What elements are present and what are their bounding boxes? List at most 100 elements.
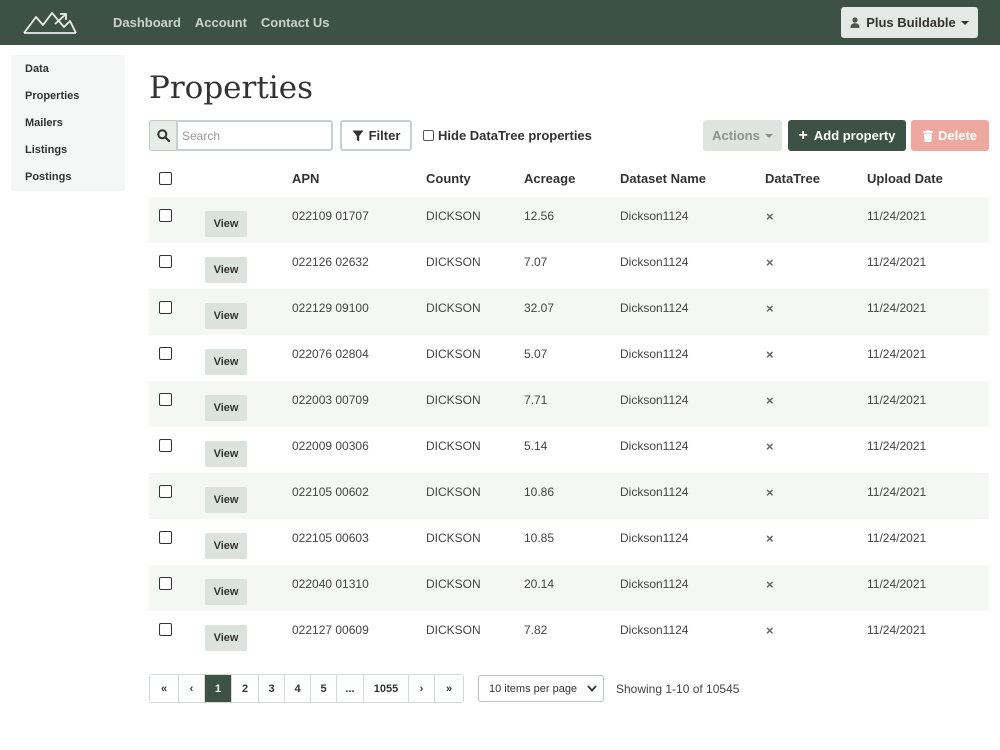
mountain-logo-icon[interactable] bbox=[22, 8, 78, 36]
cell-county: DICKSON bbox=[426, 577, 481, 591]
delete-label: Delete bbox=[937, 128, 978, 143]
hide-datatree-checkbox[interactable] bbox=[423, 130, 434, 141]
cell-dataset-name: Dickson1124 bbox=[620, 255, 689, 269]
view-cell: View bbox=[205, 571, 292, 605]
table-row: View 022009 00306 DICKSON 5.14 Dickson1124 × 1… bbox=[149, 427, 989, 473]
view-button[interactable]: View bbox=[205, 211, 247, 237]
view-button[interactable]: View bbox=[205, 395, 247, 421]
cell-upload-date: 11/24/2021 bbox=[867, 623, 927, 637]
view-cell: View bbox=[205, 341, 292, 375]
view-button[interactable]: View bbox=[205, 257, 247, 283]
table-row: View 022129 09100 DICKSON 32.07 Dickson1124 ×… bbox=[149, 289, 989, 335]
page-button-2[interactable]: 2 bbox=[232, 675, 259, 702]
row-checkbox[interactable] bbox=[159, 622, 172, 636]
page-button-last-number[interactable]: 1055 bbox=[364, 675, 409, 702]
row-checkbox[interactable] bbox=[159, 346, 172, 360]
cell-upload-date: 11/24/2021 bbox=[867, 347, 927, 361]
view-button[interactable]: View bbox=[205, 303, 247, 329]
header-upload-date[interactable]: Upload Date bbox=[867, 171, 989, 186]
cell-apn: 022076 02804 bbox=[292, 347, 369, 361]
cell-county: DICKSON bbox=[426, 439, 481, 453]
nav-link-dashboard[interactable]: Dashboard bbox=[113, 15, 181, 30]
search-input[interactable] bbox=[176, 120, 333, 151]
table-row: View 022003 00709 DICKSON 7.71 Dickson1124 × 1… bbox=[149, 381, 989, 427]
row-checkbox[interactable] bbox=[159, 530, 172, 544]
cell-datatree: × bbox=[765, 255, 867, 270]
table-body: View 022109 01707 DICKSON 12.56 Dickson1124 ×… bbox=[149, 197, 989, 657]
sidebar-item-listings[interactable]: Listings bbox=[11, 140, 125, 167]
page-button-1[interactable]: 1 bbox=[205, 675, 232, 702]
row-checkbox-cell bbox=[149, 530, 205, 544]
row-checkbox-cell bbox=[149, 392, 205, 406]
x-mark-icon: × bbox=[766, 208, 774, 224]
header-dataset-name[interactable]: Dataset Name bbox=[620, 171, 765, 186]
cell-county: DICKSON bbox=[426, 623, 481, 637]
cell-apn: 022105 00603 bbox=[292, 531, 369, 545]
table-row: View 022126 02632 DICKSON 7.07 Dickson1124 × 1… bbox=[149, 243, 989, 289]
cell-apn: 022009 00306 bbox=[292, 439, 369, 453]
hide-datatree-label: Hide DataTree properties bbox=[438, 128, 592, 143]
view-button[interactable]: View bbox=[205, 533, 247, 559]
sidebar-item-data[interactable]: Data bbox=[11, 59, 125, 86]
nav-link-contact-us[interactable]: Contact Us bbox=[261, 15, 330, 30]
table-row: View 022076 02804 DICKSON 5.07 Dickson1124 × 1… bbox=[149, 335, 989, 381]
view-button[interactable]: View bbox=[205, 625, 247, 651]
pagination: « ‹ 1 2 3 4 5 ... 1055 › » bbox=[149, 674, 464, 703]
cell-datatree: × bbox=[765, 301, 867, 316]
view-button[interactable]: View bbox=[205, 487, 247, 513]
view-button[interactable]: View bbox=[205, 349, 247, 375]
x-mark-icon: × bbox=[766, 346, 774, 362]
header-datatree[interactable]: DataTree bbox=[765, 171, 867, 186]
header-acreage[interactable]: Acreage bbox=[524, 171, 620, 186]
actions-dropdown-button[interactable]: Actions bbox=[703, 120, 782, 151]
add-property-button[interactable]: + Add property bbox=[788, 120, 906, 151]
sidebar-item-properties[interactable]: Properties bbox=[11, 86, 125, 113]
cell-apn: 022127 00609 bbox=[292, 623, 369, 637]
add-property-label: Add property bbox=[813, 128, 896, 143]
items-per-page-select[interactable]: 10 items per page bbox=[478, 675, 604, 702]
nav-link-account[interactable]: Account bbox=[195, 15, 247, 30]
cell-dataset-name: Dickson1124 bbox=[620, 577, 689, 591]
row-checkbox[interactable] bbox=[159, 484, 172, 498]
last-page-button[interactable]: » bbox=[435, 675, 463, 702]
cell-datatree: × bbox=[765, 347, 867, 362]
next-page-button[interactable]: › bbox=[409, 675, 435, 702]
user-menu-button[interactable]: Plus Buildable bbox=[841, 7, 978, 38]
row-checkbox[interactable] bbox=[159, 208, 172, 222]
cell-upload-date: 11/24/2021 bbox=[867, 485, 927, 499]
select-all-cell bbox=[149, 172, 205, 185]
header-apn[interactable]: APN bbox=[292, 171, 426, 186]
table-row: View 022105 00602 DICKSON 10.86 Dickson1124 ×… bbox=[149, 473, 989, 519]
view-button[interactable]: View bbox=[205, 441, 247, 467]
header-county[interactable]: County bbox=[426, 171, 524, 186]
cell-acreage: 10.85 bbox=[524, 531, 555, 545]
sidebar-item-postings[interactable]: Postings bbox=[11, 167, 125, 194]
sidebar-item-mailers[interactable]: Mailers bbox=[11, 113, 125, 140]
cell-dataset-name: Dickson1124 bbox=[620, 439, 689, 453]
cell-upload-date: 11/24/2021 bbox=[867, 577, 927, 591]
cell-acreage: 20.14 bbox=[524, 577, 555, 591]
hide-datatree-toggle[interactable]: Hide DataTree properties bbox=[423, 128, 592, 143]
search-button[interactable] bbox=[149, 120, 176, 151]
row-checkbox[interactable] bbox=[159, 300, 172, 314]
page-button-4[interactable]: 4 bbox=[285, 675, 311, 702]
row-checkbox[interactable] bbox=[159, 438, 172, 452]
row-checkbox[interactable] bbox=[159, 254, 172, 268]
select-all-checkbox[interactable] bbox=[159, 172, 172, 185]
filter-button[interactable]: Filter bbox=[340, 120, 412, 151]
table-row: View 022109 01707 DICKSON 12.56 Dickson1124 ×… bbox=[149, 197, 989, 243]
row-checkbox[interactable] bbox=[159, 576, 172, 590]
row-checkbox-cell bbox=[149, 346, 205, 360]
view-cell: View bbox=[205, 387, 292, 421]
cell-apn: 022105 00602 bbox=[292, 485, 369, 499]
page-button-3[interactable]: 3 bbox=[259, 675, 285, 702]
view-button[interactable]: View bbox=[205, 579, 247, 605]
cell-acreage: 10.86 bbox=[524, 485, 555, 499]
delete-button[interactable]: Delete bbox=[911, 120, 989, 151]
items-per-page-value: 10 items per page bbox=[489, 682, 578, 695]
page-button-5[interactable]: 5 bbox=[311, 675, 337, 702]
row-checkbox[interactable] bbox=[159, 392, 172, 406]
prev-page-button[interactable]: ‹ bbox=[179, 675, 205, 702]
first-page-button[interactable]: « bbox=[150, 675, 179, 702]
cell-dataset-name: Dickson1124 bbox=[620, 393, 689, 407]
